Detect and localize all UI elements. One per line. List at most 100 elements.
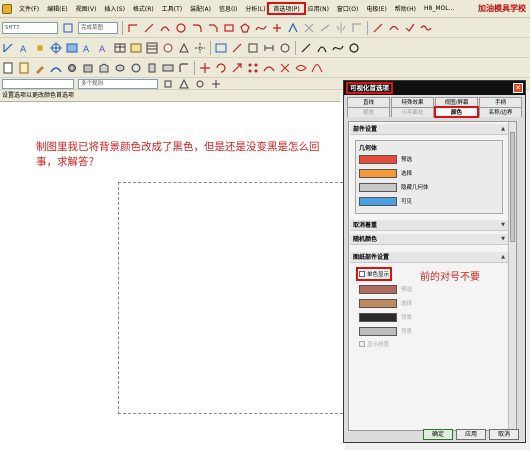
preselect-swatch[interactable] — [359, 154, 397, 164]
menu-window[interactable]: 窗口(O) — [333, 4, 362, 13]
close-icon[interactable]: ✕ — [513, 83, 523, 93]
gear-icon[interactable] — [66, 62, 78, 74]
text-style-icon[interactable]: A — [82, 42, 94, 54]
section-view-icon[interactable] — [263, 42, 275, 54]
tab-visual[interactable]: 视觉 — [347, 107, 390, 117]
line-icon[interactable] — [143, 22, 155, 34]
cancel-emphasis-header[interactable]: 取消着重 ▼ — [350, 220, 508, 231]
select-swatch[interactable] — [359, 168, 397, 178]
pen-spline-icon[interactable] — [332, 42, 344, 54]
revolve-icon[interactable] — [114, 62, 126, 74]
monochrome-checkbox[interactable]: 单色显示 — [355, 267, 393, 281]
project-curve-icon[interactable] — [279, 62, 291, 74]
pen-line-icon[interactable] — [300, 42, 312, 54]
arc-icon[interactable] — [159, 22, 171, 34]
drawing-part-settings-header[interactable]: 图纸部件设置 ▲ — [350, 252, 508, 263]
solid-icon[interactable] — [82, 62, 94, 74]
menu-edit[interactable]: 编辑(E) — [43, 4, 71, 13]
random-color-header[interactable]: 随机颜色 ▼ — [350, 234, 508, 245]
menu-tools[interactable]: 工具(T) — [158, 4, 186, 13]
menu-help[interactable]: 帮助(H) — [391, 4, 420, 13]
graphics-window[interactable]: 制图里我已将背景颜色改成了黑色，但是还是没变黑是怎么回事，求解答？ — [0, 102, 348, 450]
color-row-visible[interactable]: 可见 — [359, 196, 412, 206]
snap-endpoint-icon[interactable] — [162, 78, 174, 89]
mirror-icon[interactable] — [335, 22, 347, 34]
projected-view-icon[interactable] — [247, 42, 259, 54]
move-icon[interactable] — [199, 62, 211, 74]
base-view-icon[interactable] — [231, 42, 243, 54]
insert-table-icon[interactable] — [130, 42, 142, 54]
dialog-title-bar[interactable]: 可视化首选项 ✕ — [344, 81, 525, 95]
cancel-button[interactable]: 取消 — [489, 429, 519, 440]
rectangle-icon[interactable] — [223, 22, 235, 34]
sketch-icon[interactable] — [62, 22, 74, 34]
menu-format[interactable]: 格式(R) — [129, 4, 158, 13]
menu-analysis[interactable]: 分析(L) — [241, 4, 269, 13]
menu-application[interactable]: 应用(N) — [304, 4, 333, 13]
panel-scrollbar[interactable] — [508, 122, 516, 430]
point-icon[interactable] — [271, 22, 283, 34]
tab-names-borders[interactable]: 名称/边界 — [479, 107, 522, 117]
brush-icon[interactable] — [34, 62, 46, 74]
snap-midpoint-icon[interactable] — [178, 78, 190, 89]
tab-faceting[interactable]: 小平面化 — [391, 107, 434, 117]
boss-icon[interactable] — [146, 62, 158, 74]
view-icon[interactable] — [215, 42, 227, 54]
apply-button[interactable]: 应用 — [456, 429, 486, 440]
new-sheet-icon[interactable] — [2, 62, 14, 74]
constraint-arc-icon[interactable] — [388, 22, 400, 34]
menu-insert[interactable]: 插入(S) — [100, 4, 129, 13]
rule-filter-combo[interactable]: 多个规则 — [78, 78, 158, 89]
color-row-hidden-geometry[interactable]: 隐藏几何体 — [359, 182, 429, 192]
circle-icon[interactable] — [175, 22, 187, 34]
offset-curve-icon[interactable] — [287, 22, 299, 34]
tab-line[interactable]: 直线 — [347, 97, 390, 107]
fillet-icon[interactable] — [191, 22, 203, 34]
snap-point-icon[interactable] — [210, 78, 222, 89]
app-icon[interactable] — [2, 3, 12, 14]
tab-color[interactable]: 颜色 — [434, 106, 479, 118]
sketch-name-combo[interactable]: SHT7 — [2, 21, 58, 34]
menu-file[interactable]: 文件(F) — [15, 4, 43, 13]
menu-info[interactable]: 信息(I) — [215, 4, 241, 13]
checkbox-box[interactable] — [359, 271, 365, 277]
hidden-geometry-swatch[interactable] — [359, 182, 397, 192]
trim-icon[interactable] — [303, 22, 315, 34]
color-row-preselect[interactable]: 预选 — [359, 154, 412, 164]
bridge-curve-icon[interactable] — [311, 62, 323, 74]
pen-circle-icon[interactable] — [348, 42, 360, 54]
part-settings-header[interactable]: 部件设置 ▲ — [350, 124, 508, 135]
polygon-icon[interactable] — [239, 22, 251, 34]
menu-assembly[interactable]: 装配(A) — [186, 4, 215, 13]
hole-icon[interactable] — [130, 62, 142, 74]
annotation-icon[interactable]: A — [18, 42, 30, 54]
scale-icon[interactable] — [231, 62, 243, 74]
detail-view-icon[interactable] — [279, 42, 291, 54]
finish-sketch-combo[interactable]: 完成草图 — [78, 21, 118, 34]
menu-view[interactable]: 视图(V) — [72, 4, 101, 13]
centerline-icon[interactable] — [194, 42, 206, 54]
weld-icon[interactable] — [178, 42, 190, 54]
menu-preferences[interactable]: 首选项(P) — [267, 2, 306, 15]
constraint-check-icon[interactable] — [404, 22, 416, 34]
extend-icon[interactable] — [319, 22, 331, 34]
type-filter-combo[interactable] — [2, 78, 74, 89]
tab-view-screen[interactable]: 视图/屏幕 — [435, 97, 478, 107]
menu-electrode[interactable]: 电极(E) — [362, 4, 390, 13]
edit-sheet-icon[interactable] — [18, 62, 30, 74]
sweep-icon[interactable] — [50, 62, 62, 74]
spline-icon[interactable] — [255, 22, 267, 34]
ok-button[interactable]: 确定 — [423, 429, 453, 440]
text-edit-icon[interactable]: A — [98, 42, 110, 54]
balloon-icon[interactable] — [162, 42, 174, 54]
blend-icon[interactable] — [178, 62, 190, 74]
constraint-wave-icon[interactable] — [420, 22, 432, 34]
pen-arc-icon[interactable] — [316, 42, 328, 54]
menu-h8-mold[interactable]: H8_MOL... — [420, 5, 458, 12]
corner-icon[interactable] — [351, 22, 363, 34]
dimension-icon[interactable] — [2, 42, 14, 54]
table-icon[interactable] — [114, 42, 126, 54]
snap-center-icon[interactable] — [194, 78, 206, 89]
chamfer-icon[interactable] — [207, 22, 219, 34]
curve-on-surface-icon[interactable] — [263, 62, 275, 74]
